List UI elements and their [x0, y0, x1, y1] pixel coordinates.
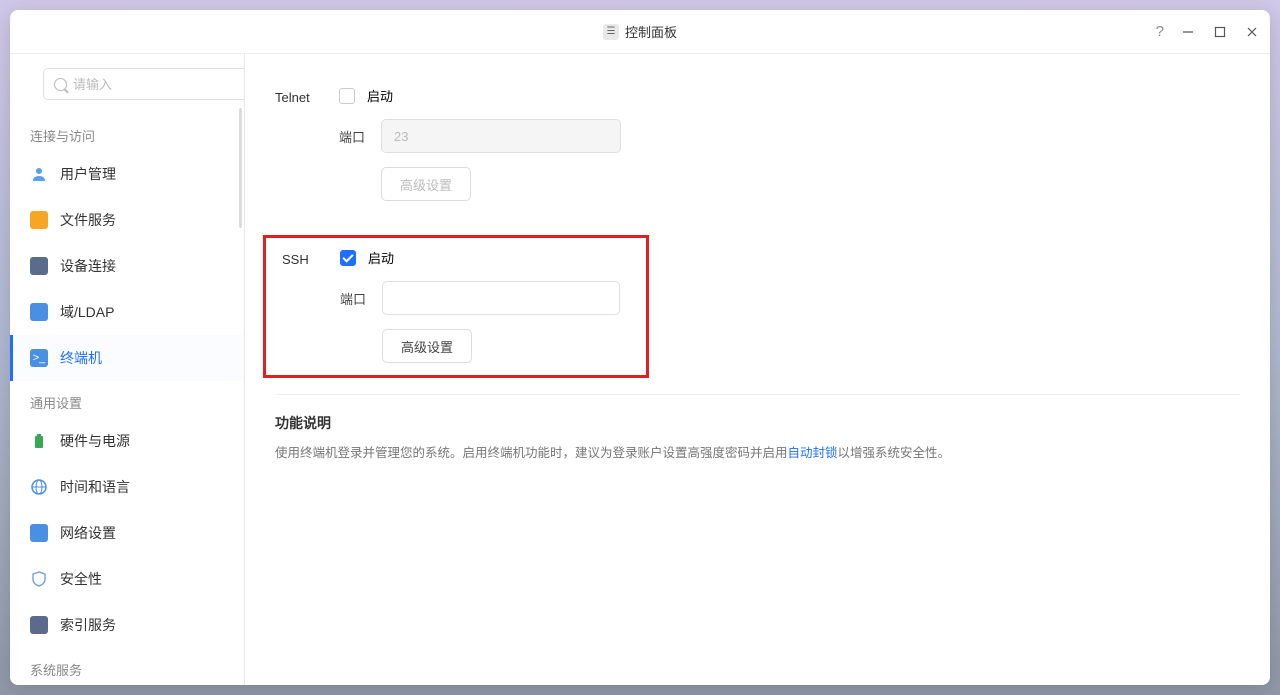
- sidebar-item-label: 硬件与电源: [60, 431, 130, 451]
- sidebar-item-index[interactable]: 索引服务: [10, 602, 244, 648]
- user-icon: [30, 165, 48, 183]
- titlebar: ☰ 控制面板 ?: [10, 10, 1270, 54]
- folder-icon: [30, 211, 48, 229]
- shield-icon: [30, 570, 48, 588]
- sidebar-item-label: 域/LDAP: [60, 302, 114, 322]
- battery-icon: [30, 432, 48, 450]
- ssh-port-row: 端口: [340, 281, 636, 315]
- search-box[interactable]: [43, 68, 245, 100]
- terminal-icon: >_: [30, 349, 48, 367]
- close-button[interactable]: [1244, 24, 1260, 40]
- sidebar-item-label: 设备连接: [60, 256, 116, 276]
- sidebar-item-label: 用户管理: [60, 164, 116, 184]
- minimize-button[interactable]: [1180, 24, 1196, 40]
- description-title: 功能说明: [275, 413, 1240, 433]
- sidebar: 连接与访问 用户管理 文件服务 设备连接 域/LDAP >_: [10, 54, 245, 685]
- sidebar-item-label: 时间和语言: [60, 477, 130, 497]
- sidebar-item-label: 终端机: [60, 348, 102, 368]
- main-panel: Telnet 启动 端口 高级设置: [245, 54, 1270, 685]
- telnet-enable-row: 启动: [339, 86, 1240, 105]
- ssh-highlight-box: SSH 启动 端口 高级设置: [263, 235, 649, 378]
- sidebar-item-label: 索引服务: [60, 615, 116, 635]
- sidebar-item-device-conn[interactable]: 设备连接: [10, 243, 244, 289]
- description-text-after: 以增强系统安全性。: [838, 446, 951, 460]
- apps-grid-icon[interactable]: [30, 75, 33, 93]
- telnet-port-row: 端口: [339, 119, 1240, 153]
- app-window: ☰ 控制面板 ?: [10, 10, 1270, 685]
- help-icon[interactable]: ?: [1156, 23, 1164, 40]
- globe-icon: [30, 478, 48, 496]
- telnet-port-input: [381, 119, 621, 153]
- sidebar-item-label: 安全性: [60, 569, 102, 589]
- sidebar-item-terminal[interactable]: >_ 终端机: [10, 335, 244, 381]
- telnet-section: Telnet 启动 端口 高级设置: [275, 76, 1240, 225]
- ssh-label: SSH: [276, 248, 340, 369]
- ssh-enable-row: 启动: [340, 248, 636, 267]
- ssh-advanced-button[interactable]: 高级设置: [382, 329, 472, 363]
- ldap-icon: [30, 303, 48, 321]
- sidebar-item-time-lang[interactable]: 时间和语言: [10, 464, 244, 510]
- sidebar-item-file-svc[interactable]: 文件服务: [10, 197, 244, 243]
- sidebar-item-security[interactable]: 安全性: [10, 556, 244, 602]
- ssh-enable-checkbox[interactable]: [340, 250, 356, 266]
- maximize-button[interactable]: [1212, 24, 1228, 40]
- ssh-port-label: 端口: [340, 289, 370, 308]
- sidebar-top: [10, 68, 244, 114]
- sidebar-item-label: 文件服务: [60, 210, 116, 230]
- ssh-port-input[interactable]: [382, 281, 620, 315]
- sliders-icon: ☰: [603, 24, 619, 40]
- sidebar-item-hw-power[interactable]: 硬件与电源: [10, 418, 244, 464]
- telnet-enable-checkbox[interactable]: [339, 88, 355, 104]
- device-icon: [30, 257, 48, 275]
- section-system: 系统服务: [10, 648, 244, 685]
- telnet-port-label: 端口: [339, 127, 369, 146]
- ssh-enable-label: 启动: [368, 248, 394, 267]
- sidebar-item-domain-ldap[interactable]: 域/LDAP: [10, 289, 244, 335]
- titlebar-controls: ?: [1156, 23, 1260, 40]
- sidebar-item-label: 网络设置: [60, 523, 116, 543]
- description-text-before: 使用终端机登录并管理您的系统。启用终端机功能时，建议为登录账户设置高强度密码并启…: [275, 446, 788, 460]
- telnet-advanced-button: 高级设置: [381, 167, 471, 201]
- window-title: ☰ 控制面板: [603, 22, 677, 41]
- telnet-advanced-row: 高级设置: [339, 167, 1240, 201]
- description-text: 使用终端机登录并管理您的系统。启用终端机功能时，建议为登录账户设置高强度密码并启…: [275, 443, 1240, 463]
- telnet-label: Telnet: [275, 86, 339, 215]
- auto-block-link[interactable]: 自动封锁: [788, 446, 838, 460]
- sidebar-item-network[interactable]: 网络设置: [10, 510, 244, 556]
- telnet-enable-label: 启动: [367, 86, 393, 105]
- search-input[interactable]: [73, 77, 245, 92]
- content-area: 连接与访问 用户管理 文件服务 设备连接 域/LDAP >_: [10, 54, 1270, 685]
- scrollbar-thumb[interactable]: [239, 108, 242, 228]
- window-title-text: 控制面板: [625, 22, 677, 41]
- section-connect: 连接与访问: [10, 114, 244, 151]
- ssh-advanced-row: 高级设置: [340, 329, 636, 363]
- search-icon: [54, 78, 67, 91]
- sidebar-item-user-mgmt[interactable]: 用户管理: [10, 151, 244, 197]
- index-icon: [30, 616, 48, 634]
- section-general: 通用设置: [10, 381, 244, 418]
- network-icon: [30, 524, 48, 542]
